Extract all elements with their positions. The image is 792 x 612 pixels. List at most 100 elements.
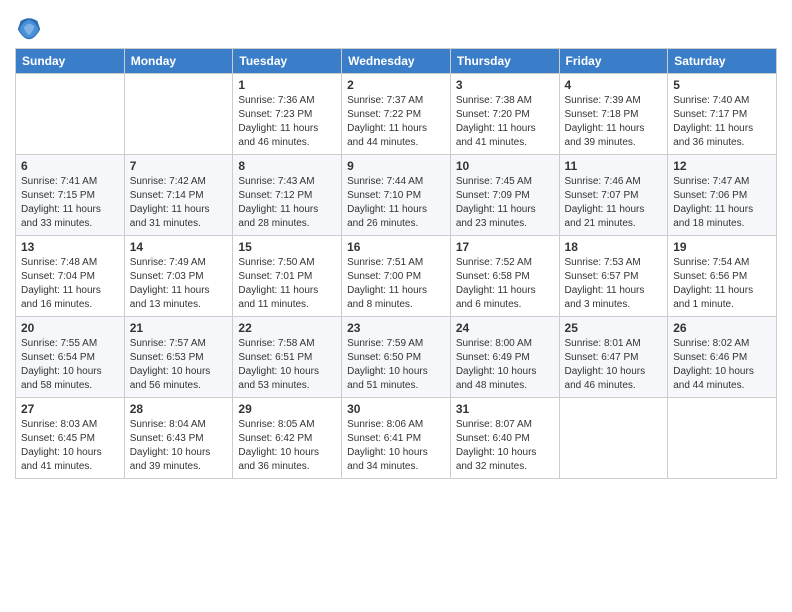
day-cell: 31 Sunrise: 8:07 AMSunset: 6:40 PMDayligh… <box>450 398 559 479</box>
day-number: 23 <box>347 321 445 335</box>
day-cell <box>16 74 125 155</box>
day-info: Sunrise: 7:40 AMSunset: 7:17 PMDaylight:… <box>673 94 771 150</box>
week-row-4: 20 Sunrise: 7:55 AMSunset: 6:54 PMDayligh… <box>16 317 777 398</box>
day-number: 19 <box>673 240 771 254</box>
col-header-sunday: Sunday <box>16 49 125 74</box>
day-info: Sunrise: 7:58 AMSunset: 6:51 PMDaylight:… <box>238 337 336 393</box>
day-cell: 14 Sunrise: 7:49 AMSunset: 7:03 PMDayligh… <box>124 236 233 317</box>
day-cell: 24Sunrise: 8:00 AMSunset: 6:49 PMDayligh… <box>450 317 559 398</box>
page: SundayMondayTuesdayWednesdayThursdayFrid… <box>0 0 792 489</box>
day-info: Sunrise: 8:05 AMSunset: 6:42 PMDaylight:… <box>238 418 336 474</box>
day-cell: 22 Sunrise: 7:58 AMSunset: 6:51 PMDayligh… <box>233 317 342 398</box>
logo <box>15 14 47 42</box>
day-cell: 15 Sunrise: 7:50 AMSunset: 7:01 PMDayligh… <box>233 236 342 317</box>
day-info: Sunrise: 7:49 AMSunset: 7:03 PMDaylight:… <box>130 256 228 312</box>
day-cell: 5 Sunrise: 7:40 AMSunset: 7:17 PMDaylight… <box>668 74 777 155</box>
day-cell: 3 Sunrise: 7:38 AMSunset: 7:20 PMDaylight… <box>450 74 559 155</box>
day-cell: 20 Sunrise: 7:55 AMSunset: 6:54 PMDayligh… <box>16 317 125 398</box>
week-row-2: 6 Sunrise: 7:41 AMSunset: 7:15 PMDaylight… <box>16 155 777 236</box>
day-number: 10 <box>456 159 554 173</box>
day-info: Sunrise: 7:52 AMSunset: 6:58 PMDaylight:… <box>456 256 554 312</box>
day-number: 14 <box>130 240 228 254</box>
day-number: 25 <box>565 321 663 335</box>
day-info: Sunrise: 7:43 AMSunset: 7:12 PMDaylight:… <box>238 175 336 231</box>
day-cell: 9Sunrise: 7:44 AMSunset: 7:10 PMDaylight… <box>342 155 451 236</box>
day-cell: 17Sunrise: 7:52 AMSunset: 6:58 PMDayligh… <box>450 236 559 317</box>
day-info: Sunrise: 7:37 AMSunset: 7:22 PMDaylight:… <box>347 94 445 150</box>
logo-icon <box>15 14 43 42</box>
day-cell: 23 Sunrise: 7:59 AMSunset: 6:50 PMDayligh… <box>342 317 451 398</box>
day-info: Sunrise: 7:53 AMSunset: 6:57 PMDaylight:… <box>565 256 663 312</box>
day-number: 13 <box>21 240 119 254</box>
day-number: 3 <box>456 78 554 92</box>
day-number: 4 <box>565 78 663 92</box>
day-info: Sunrise: 7:45 AMSunset: 7:09 PMDaylight:… <box>456 175 554 231</box>
day-number: 18 <box>565 240 663 254</box>
day-number: 16 <box>347 240 445 254</box>
day-info: Sunrise: 7:55 AMSunset: 6:54 PMDaylight:… <box>21 337 119 393</box>
day-cell: 26 Sunrise: 8:02 AMSunset: 6:46 PMDayligh… <box>668 317 777 398</box>
col-header-tuesday: Tuesday <box>233 49 342 74</box>
header <box>15 10 777 42</box>
day-number: 28 <box>130 402 228 416</box>
day-cell: 2 Sunrise: 7:37 AMSunset: 7:22 PMDaylight… <box>342 74 451 155</box>
day-info: Sunrise: 8:04 AMSunset: 6:43 PMDaylight:… <box>130 418 228 474</box>
day-number: 7 <box>130 159 228 173</box>
col-header-friday: Friday <box>559 49 668 74</box>
day-cell <box>559 398 668 479</box>
day-info: Sunrise: 7:54 AMSunset: 6:56 PMDaylight:… <box>673 256 771 312</box>
day-number: 8 <box>238 159 336 173</box>
col-header-thursday: Thursday <box>450 49 559 74</box>
day-info: Sunrise: 7:50 AMSunset: 7:01 PMDaylight:… <box>238 256 336 312</box>
day-info: Sunrise: 7:41 AMSunset: 7:15 PMDaylight:… <box>21 175 119 231</box>
day-cell: 30Sunrise: 8:06 AMSunset: 6:41 PMDayligh… <box>342 398 451 479</box>
day-cell: 28 Sunrise: 8:04 AMSunset: 6:43 PMDayligh… <box>124 398 233 479</box>
day-info: Sunrise: 8:07 AMSunset: 6:40 PMDaylight:… <box>456 418 554 474</box>
day-cell: 8 Sunrise: 7:43 AMSunset: 7:12 PMDaylight… <box>233 155 342 236</box>
day-cell: 21Sunrise: 7:57 AMSunset: 6:53 PMDayligh… <box>124 317 233 398</box>
week-row-3: 13 Sunrise: 7:48 AMSunset: 7:04 PMDayligh… <box>16 236 777 317</box>
day-number: 27 <box>21 402 119 416</box>
day-info: Sunrise: 7:48 AMSunset: 7:04 PMDaylight:… <box>21 256 119 312</box>
day-info: Sunrise: 7:57 AMSunset: 6:53 PMDaylight:… <box>130 337 228 393</box>
day-info: Sunrise: 8:03 AMSunset: 6:45 PMDaylight:… <box>21 418 119 474</box>
week-row-5: 27 Sunrise: 8:03 AMSunset: 6:45 PMDayligh… <box>16 398 777 479</box>
day-number: 11 <box>565 159 663 173</box>
day-cell: 6 Sunrise: 7:41 AMSunset: 7:15 PMDaylight… <box>16 155 125 236</box>
day-cell: 10 Sunrise: 7:45 AMSunset: 7:09 PMDayligh… <box>450 155 559 236</box>
day-cell: 18 Sunrise: 7:53 AMSunset: 6:57 PMDayligh… <box>559 236 668 317</box>
day-cell: 13 Sunrise: 7:48 AMSunset: 7:04 PMDayligh… <box>16 236 125 317</box>
day-number: 20 <box>21 321 119 335</box>
day-info: Sunrise: 8:01 AMSunset: 6:47 PMDaylight:… <box>565 337 663 393</box>
day-cell: 11 Sunrise: 7:46 AMSunset: 7:07 PMDayligh… <box>559 155 668 236</box>
day-number: 29 <box>238 402 336 416</box>
day-number: 1 <box>238 78 336 92</box>
day-number: 15 <box>238 240 336 254</box>
day-info: Sunrise: 8:02 AMSunset: 6:46 PMDaylight:… <box>673 337 771 393</box>
day-info: Sunrise: 7:46 AMSunset: 7:07 PMDaylight:… <box>565 175 663 231</box>
day-info: Sunrise: 8:00 AMSunset: 6:49 PMDaylight:… <box>456 337 554 393</box>
day-cell <box>124 74 233 155</box>
day-info: Sunrise: 7:44 AMSunset: 7:10 PMDaylight:… <box>347 175 445 231</box>
col-header-wednesday: Wednesday <box>342 49 451 74</box>
day-info: Sunrise: 7:47 AMSunset: 7:06 PMDaylight:… <box>673 175 771 231</box>
day-cell: 19 Sunrise: 7:54 AMSunset: 6:56 PMDayligh… <box>668 236 777 317</box>
day-cell: 12Sunrise: 7:47 AMSunset: 7:06 PMDayligh… <box>668 155 777 236</box>
day-cell: 16Sunrise: 7:51 AMSunset: 7:00 PMDayligh… <box>342 236 451 317</box>
day-cell: 25 Sunrise: 8:01 AMSunset: 6:47 PMDayligh… <box>559 317 668 398</box>
day-number: 31 <box>456 402 554 416</box>
day-number: 6 <box>21 159 119 173</box>
day-number: 5 <box>673 78 771 92</box>
day-cell: 7Sunrise: 7:42 AMSunset: 7:14 PMDaylight… <box>124 155 233 236</box>
day-cell: 27 Sunrise: 8:03 AMSunset: 6:45 PMDayligh… <box>16 398 125 479</box>
day-info: Sunrise: 7:36 AMSunset: 7:23 PMDaylight:… <box>238 94 336 150</box>
day-info: Sunrise: 7:59 AMSunset: 6:50 PMDaylight:… <box>347 337 445 393</box>
day-number: 22 <box>238 321 336 335</box>
day-number: 26 <box>673 321 771 335</box>
calendar-table: SundayMondayTuesdayWednesdayThursdayFrid… <box>15 48 777 479</box>
day-number: 2 <box>347 78 445 92</box>
day-cell: 1 Sunrise: 7:36 AMSunset: 7:23 PMDaylight… <box>233 74 342 155</box>
day-info: Sunrise: 7:38 AMSunset: 7:20 PMDaylight:… <box>456 94 554 150</box>
week-row-1: 1 Sunrise: 7:36 AMSunset: 7:23 PMDaylight… <box>16 74 777 155</box>
day-cell <box>668 398 777 479</box>
